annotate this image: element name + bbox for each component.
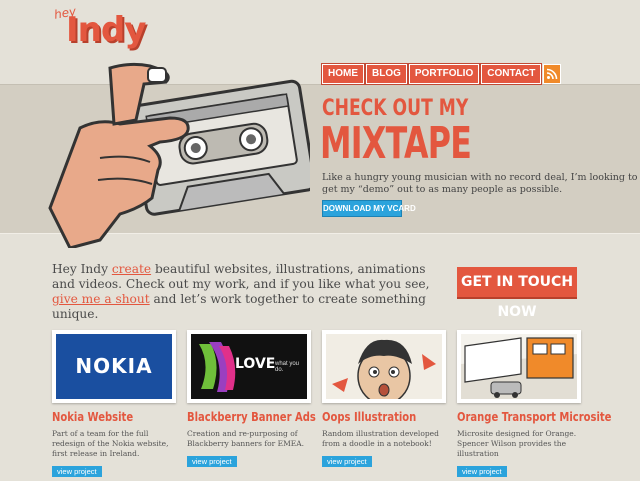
project-description: Creation and re-purposing of Blackberry … [187,429,305,448]
portfolio-card-oops: Oops Illustration Random illustration de… [322,330,446,468]
nav-home[interactable]: HOME [321,63,365,85]
hero-text: Like a hungry young musician with no rec… [322,172,638,195]
project-description: Random illustration developed from a doo… [322,429,439,448]
rss-icon[interactable] [543,64,562,84]
portfolio-card-nokia: NOKIA Nokia Website Part of a team for t… [52,330,176,478]
project-description: Part of a team for the full redesign of … [52,429,169,458]
love-logo: LOVE [235,356,276,372]
logo[interactable]: hey Indy [52,4,152,54]
main-nav: HOME BLOG PORTFOLIO CONTACT [321,63,562,85]
view-project-button[interactable]: view project [322,456,372,467]
project-thumbnail[interactable] [457,330,581,403]
intro-text: Hey Indy create beautiful websites, illu… [52,262,432,322]
project-description: Microsite designed for Orange. Spencer W… [457,429,577,458]
view-project-button[interactable]: view project [187,456,237,467]
project-title[interactable]: Blackberry Banner Ads [187,409,316,424]
portfolio-card-blackberry: LOVE what you do. Blackberry Banner Ads … [187,330,316,468]
hero-title-line2: MIXTAPE [320,118,472,169]
give-me-a-shout-link[interactable]: give me a shout [52,292,150,306]
project-title[interactable]: Orange Transport Microsite [457,409,611,424]
project-title[interactable]: Nokia Website [52,409,151,424]
love-tagline: what you do. [275,361,300,373]
create-link[interactable]: create [112,262,151,276]
intro-part1: Hey Indy [52,262,112,276]
transport-illustration [461,337,577,399]
logo-name: Indy [66,10,146,50]
project-title[interactable]: Oops Illustration [322,409,421,424]
get-in-touch-button[interactable]: GET IN TOUCH NOW [457,267,577,320]
download-vcard-button[interactable]: DOWNLOAD MY VCARD [322,200,416,217]
nav-portfolio[interactable]: PORTFOLIO [407,63,481,85]
view-project-button[interactable]: view project [457,466,507,477]
hand-cassette-illustration [48,62,310,248]
project-thumbnail[interactable] [322,330,446,403]
project-thumbnail[interactable]: LOVE what you do. [187,330,311,403]
nav-blog[interactable]: BLOG [365,63,408,85]
nav-contact[interactable]: CONTACT [480,63,543,85]
portfolio-card-orange: Orange Transport Microsite Microsite des… [457,330,611,478]
project-thumbnail[interactable]: NOKIA [52,330,176,403]
nokia-logo: NOKIA [75,354,153,378]
oops-character-illustration [332,339,436,399]
view-project-button[interactable]: view project [52,466,102,477]
